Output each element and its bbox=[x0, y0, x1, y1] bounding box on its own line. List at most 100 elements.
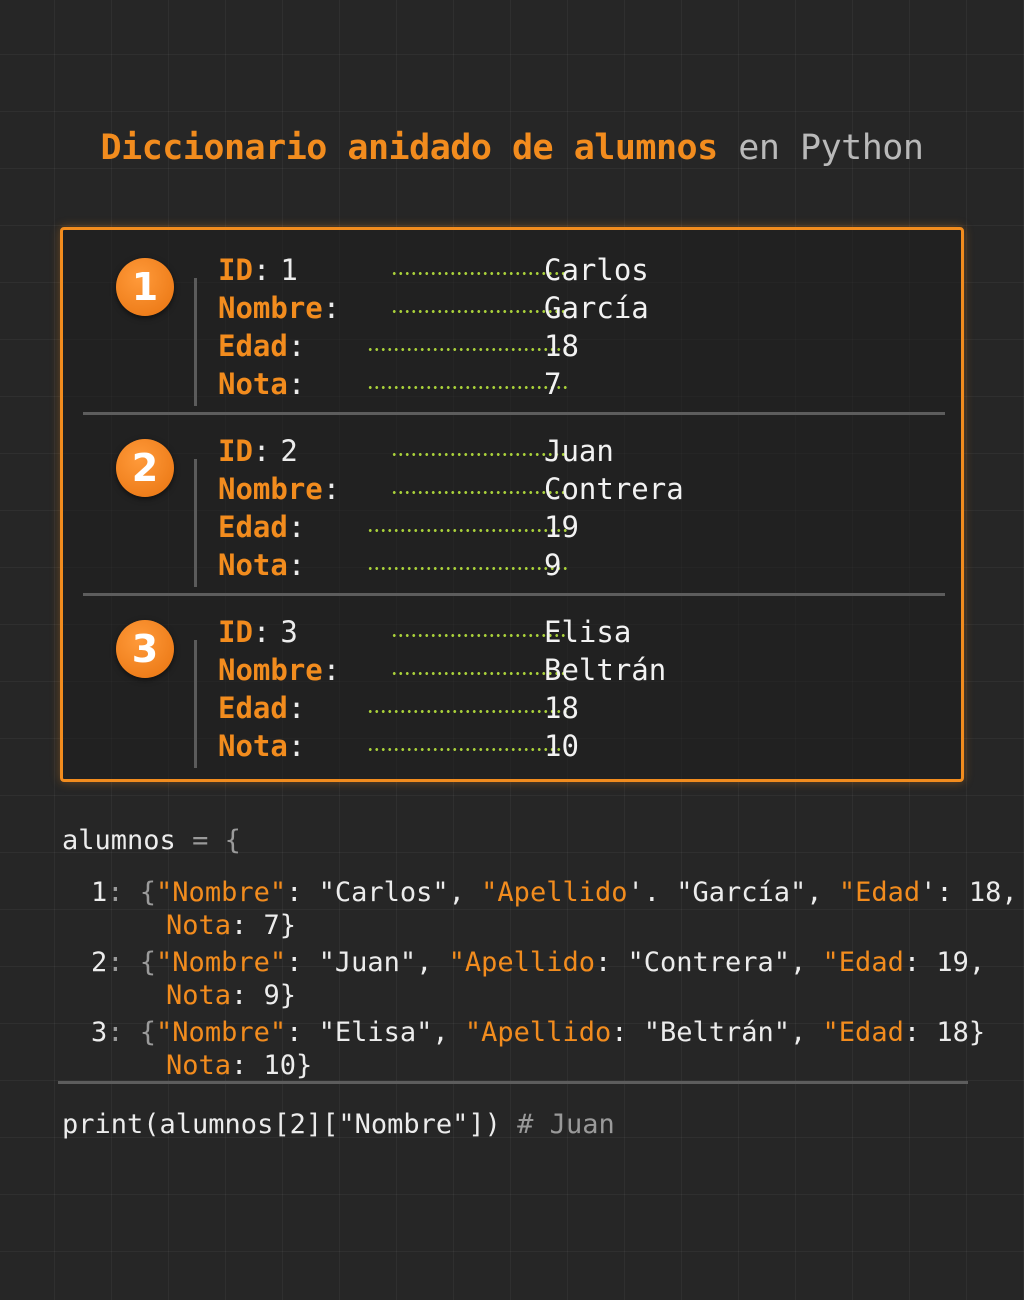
field-key: Edad bbox=[218, 329, 288, 363]
dotted-leader bbox=[391, 671, 568, 676]
student-record: 1 ID: 1 Carlos Nombre: García Edad: 18 Nota: 7 bbox=[63, 230, 961, 410]
print-line: print(alumnos[2]["Nombre"]) # Juan bbox=[62, 1108, 615, 1142]
field-colon: : bbox=[287, 729, 306, 763]
title-rest: en Python bbox=[738, 128, 924, 168]
record-value-nota: 9 bbox=[544, 548, 562, 582]
code-token: : 10} bbox=[231, 1050, 313, 1081]
field-colon: : bbox=[287, 510, 306, 544]
code-var: alumnos bbox=[62, 825, 176, 856]
code-token: : 9} bbox=[231, 980, 297, 1011]
code-token: "Apellido bbox=[464, 1017, 612, 1048]
page-title: Diccionario anidado de alumnos en Python bbox=[0, 128, 1024, 168]
code-entry-line1: 2: {"Nombre": "Juan", "Apellido: "Contre… bbox=[91, 946, 985, 980]
code-entry-line2: Nota: 7} bbox=[166, 909, 296, 943]
code-divider bbox=[58, 1081, 968, 1084]
code-entry-line2: Nota: 9} bbox=[166, 979, 296, 1013]
code-open-brace: { bbox=[224, 825, 241, 856]
code-token: : "Beltrán", bbox=[611, 1017, 823, 1048]
code-token: : "Carlos", bbox=[286, 877, 482, 908]
code-token: "Nombre" bbox=[156, 877, 287, 908]
code-equals: = bbox=[192, 825, 209, 856]
title-highlight: Diccionario anidado de alumnos bbox=[100, 128, 719, 168]
field-key: Nombre bbox=[218, 472, 323, 506]
record-row-nombre: Nombre: Beltrán bbox=[218, 651, 918, 689]
record-bracket-line bbox=[194, 278, 197, 406]
records-panel: 1 ID: 1 Carlos Nombre: García Edad: 18 Nota: 7 2 ID… bbox=[60, 227, 964, 782]
field-colon: : bbox=[322, 291, 341, 325]
code-entry-line2: Nota: 10} bbox=[166, 1049, 312, 1083]
field-key: Nombre bbox=[218, 291, 323, 325]
code-token: 2 bbox=[91, 947, 108, 978]
code-header: alumnos = { bbox=[62, 824, 241, 858]
record-row-edad: Edad: 18 bbox=[218, 327, 918, 365]
field-key: Nombre bbox=[218, 653, 323, 687]
dotted-leader bbox=[391, 309, 568, 314]
dotted-leader bbox=[391, 271, 568, 276]
dotted-leader bbox=[367, 709, 568, 714]
code-token: '. "García", bbox=[627, 877, 839, 908]
code-token: Nota bbox=[166, 910, 232, 941]
field-colon: : bbox=[287, 691, 306, 725]
record-value-nombre: Carlos bbox=[544, 253, 649, 287]
code-token: "Nombre" bbox=[156, 947, 287, 978]
code-token: "Edad bbox=[822, 947, 904, 978]
field-key: ID bbox=[218, 434, 253, 468]
code-token: Nota bbox=[166, 1050, 232, 1081]
record-value-nombre: Juan bbox=[544, 434, 614, 468]
field-key: Nota bbox=[218, 729, 288, 763]
record-number-badge: 1 bbox=[116, 258, 174, 316]
field-colon: : bbox=[252, 615, 271, 649]
dotted-leader bbox=[367, 528, 568, 533]
dotted-leader bbox=[367, 747, 568, 752]
print-comment: # Juan bbox=[517, 1109, 615, 1140]
field-key: ID bbox=[218, 615, 253, 649]
code-token: "Apellido bbox=[448, 947, 595, 978]
code-token: : { bbox=[107, 877, 157, 908]
record-number-badge: 3 bbox=[116, 620, 174, 678]
code-token: ': 18, bbox=[920, 877, 1018, 908]
student-record: 3 ID: 3 Elisa Nombre: Beltrán Edad: 18 Nota: 10 bbox=[63, 592, 961, 772]
code-token: : { bbox=[107, 1017, 157, 1048]
code-token: : 19, bbox=[903, 947, 986, 978]
field-colon: : bbox=[252, 253, 271, 287]
record-row-edad: Edad: 18 bbox=[218, 689, 918, 727]
record-value-apellido: Contrera bbox=[544, 472, 684, 506]
record-value-edad: 18 bbox=[544, 329, 579, 363]
record-row-nombre: Nombre: Contrera bbox=[218, 470, 918, 508]
field-colon: : bbox=[287, 329, 306, 363]
dotted-leader bbox=[391, 452, 568, 457]
code-token: Nota bbox=[166, 980, 232, 1011]
record-row-id: ID: 1 Carlos bbox=[218, 251, 918, 289]
code-token: 1 bbox=[91, 877, 108, 908]
record-value-nota: 10 bbox=[544, 729, 579, 763]
field-colon: : bbox=[252, 434, 271, 468]
code-token: : "Contrera", bbox=[594, 947, 823, 978]
code-entry-line1: 3: {"Nombre": "Elisa", "Apellido: "Beltr… bbox=[91, 1016, 985, 1050]
record-value-nota: 7 bbox=[544, 367, 562, 401]
code-token: "Edad bbox=[822, 1017, 904, 1048]
record-bracket-line bbox=[194, 459, 197, 587]
record-row-id: ID: 2 Juan bbox=[218, 432, 918, 470]
code-token: : { bbox=[107, 947, 157, 978]
student-record: 2 ID: 2 Juan Nombre: Contrera Edad: 19 Nota: 9 bbox=[63, 411, 961, 591]
record-value-apellido: García bbox=[544, 291, 649, 325]
code-token: "Apellido bbox=[481, 877, 628, 908]
code-token: : 7} bbox=[231, 910, 297, 941]
record-id-value: 2 bbox=[280, 434, 298, 468]
code-token: : "Juan", bbox=[286, 947, 449, 978]
code-entry-line1: 1: {"Nombre": "Carlos", "Apellido'. "Gar… bbox=[91, 876, 1018, 910]
field-key: ID bbox=[218, 253, 253, 287]
code-token: "Edad bbox=[838, 877, 921, 908]
record-row-nombre: Nombre: García bbox=[218, 289, 918, 327]
field-key: Edad bbox=[218, 510, 288, 544]
record-row-id: ID: 3 Elisa bbox=[218, 613, 918, 651]
dotted-leader bbox=[367, 566, 568, 571]
field-colon: : bbox=[322, 653, 341, 687]
record-value-nombre: Elisa bbox=[544, 615, 632, 649]
field-key: Nota bbox=[218, 367, 288, 401]
record-bracket-line bbox=[194, 640, 197, 768]
field-key: Edad bbox=[218, 691, 288, 725]
field-colon: : bbox=[287, 548, 306, 582]
dotted-leader bbox=[367, 347, 568, 352]
record-row-edad: Edad: 19 bbox=[218, 508, 918, 546]
